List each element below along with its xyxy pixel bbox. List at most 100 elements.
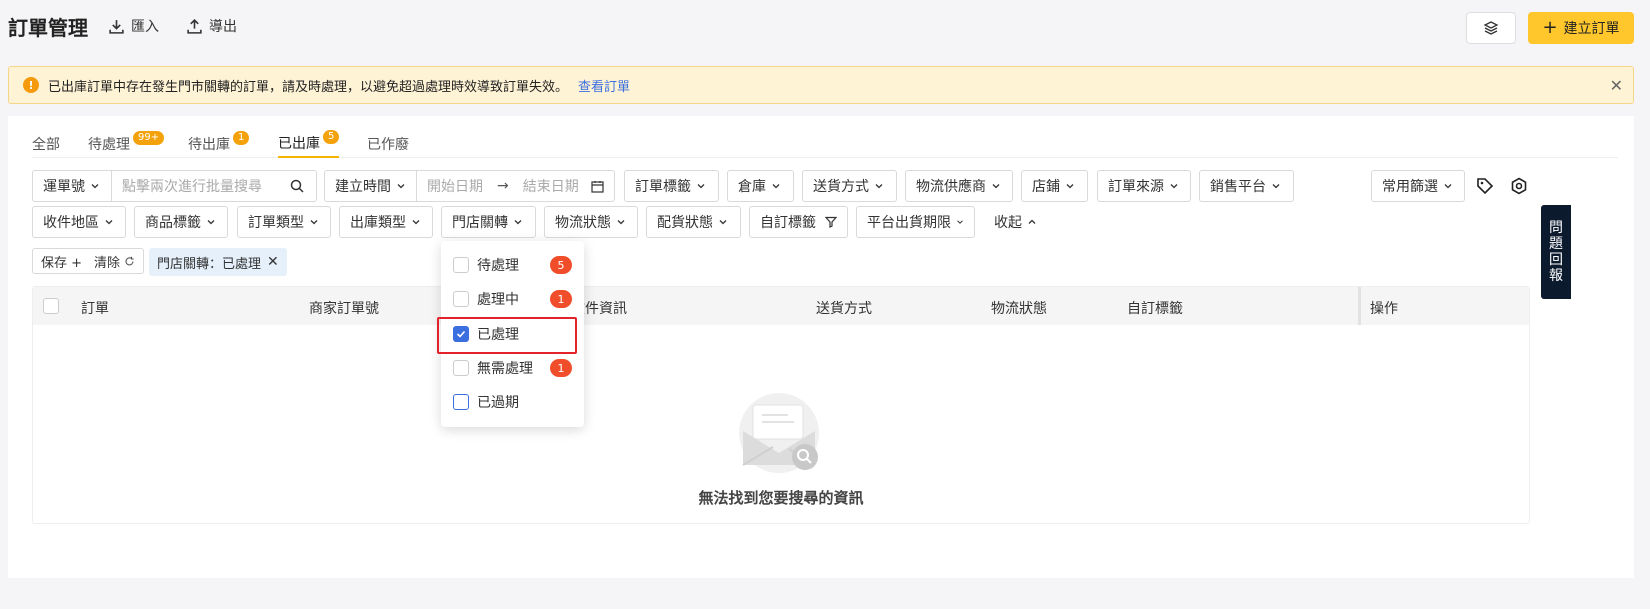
store-transfer-filter[interactable]: 門店關轉 [441,206,536,238]
common-filter-select[interactable]: 常用篩選 [1371,170,1465,202]
page-title: 訂單管理 [8,16,88,40]
filter-label: 訂單類型 [248,215,304,231]
custom-tag-filter[interactable]: 自訂標籤 [749,206,848,238]
option-checkbox[interactable] [453,291,469,307]
column-header-merchant-order: 商家訂單號 [309,301,379,317]
filter-label: 門店關轉 [452,215,508,231]
side-tab-char: 問 [1549,220,1563,236]
clear-filter-button[interactable]: 清除 [86,248,145,274]
tab-pending[interactable]: 待處理 99+ [88,129,165,158]
checkmark-icon [456,330,466,338]
export-button[interactable]: 導出 [186,16,237,36]
option-label: 待處理 [477,258,519,274]
dropdown-option-expired[interactable]: 已過期 [441,385,584,419]
option-checkbox[interactable] [453,394,469,410]
status-tabs: 全部 待處理 99+ 待出庫 1 已出庫 5 已作廢 [32,116,1618,158]
filter-label: 訂單標籤 [635,179,691,195]
range-arrow: → [497,178,509,194]
layers-icon [1483,21,1499,35]
search-placeholder: 點擊兩次進行批量搜尋 [122,179,262,195]
select-all-checkbox[interactable] [43,298,59,314]
side-tab-char: 報 [1549,268,1563,284]
save-filter-button[interactable]: 保存 + [32,248,92,274]
warehouse-filter[interactable]: 倉庫 [727,170,794,202]
search-input[interactable]: 點擊兩次進行批量搜尋 [111,170,317,202]
filter-label: 訂單來源 [1108,179,1164,195]
dropdown-option-no-action[interactable]: 無需處理 1 [441,351,584,385]
delivery-method-filter[interactable]: 送貨方式 [802,170,897,202]
option-checkbox-checked[interactable] [453,326,469,342]
chevron-down-icon [91,184,99,189]
order-type-filter[interactable]: 訂單類型 [237,206,331,238]
tab-badge: 5 [323,129,340,144]
chevron-down-icon [617,220,625,225]
chevron-down-icon [697,184,705,189]
option-count-badge: 1 [550,359,572,377]
warning-alert: ! 已出庫訂單中存在發生門市關轉的訂單，請及時處理，以避免超過處理時效導致訂單失… [8,66,1634,104]
tab-label: 已出庫 [278,135,320,152]
alert-message: 已出庫訂單中存在發生門市關轉的訂單，請及時處理，以避免超過處理時效導致訂單失效。 [48,79,569,95]
view-orders-link[interactable]: 查看訂單 [578,76,630,95]
picking-status-filter[interactable]: 配貨狀態 [646,206,741,238]
option-label: 已過期 [477,395,519,411]
option-checkbox[interactable] [453,257,469,273]
time-type-select[interactable]: 建立時間 [324,170,417,202]
column-header-delivery: 送貨方式 [816,301,872,317]
select-label: 運單號 [43,179,85,195]
layers-button[interactable] [1466,12,1516,44]
chevron-down-icon [412,220,420,225]
collapse-button[interactable]: 收起 [984,206,1054,238]
collapse-label: 收起 [994,215,1022,231]
chevron-down-icon [1444,184,1452,189]
orders-table: 訂單 商家訂單號 收件資訊 送貨方式 物流狀態 自訂標籤 操作 無法找到您要搜尋… [32,286,1530,524]
logistics-status-filter[interactable]: 物流狀態 [544,206,638,238]
tag-icon[interactable] [1474,175,1496,197]
logistics-provider-filter[interactable]: 物流供應商 [905,170,1013,202]
tab-shipped[interactable]: 已出庫 5 [278,129,340,158]
search-icon[interactable] [290,179,304,193]
filter-label: 物流狀態 [555,215,611,231]
start-date-placeholder: 開始日期 [427,179,483,195]
close-icon[interactable]: ✕ [267,254,279,270]
close-icon[interactable]: ✕ [1610,76,1623,95]
filter-label: 平台出貨期限 [867,215,951,231]
tab-label: 待出庫 [188,136,230,153]
chevron-down-icon [1170,184,1178,189]
product-tag-filter[interactable]: 商品標籤 [134,206,228,238]
empty-mailbox-icon [739,393,819,473]
order-source-filter[interactable]: 訂單來源 [1097,170,1191,202]
chevron-down-icon [207,220,215,225]
tab-all[interactable]: 全部 [32,129,60,158]
tab-label: 待處理 [88,136,130,153]
save-label: 保存 + [41,255,83,271]
filter-label: 物流供應商 [916,179,986,195]
sales-platform-filter[interactable]: 銷售平台 [1199,170,1294,202]
option-checkbox[interactable] [453,360,469,376]
import-button[interactable]: 匯入 [108,16,159,36]
option-label: 處理中 [477,292,519,308]
dropdown-option-processed[interactable]: 已處理 [441,317,584,351]
create-order-button[interactable]: + 建立訂單 [1528,12,1634,44]
tab-voided[interactable]: 已作廢 [367,129,409,158]
store-filter[interactable]: 店鋪 [1021,170,1088,202]
warning-icon: ! [23,77,39,93]
feedback-side-tab[interactable]: 問 題 回 報 [1541,205,1571,299]
tab-awaiting-shipment[interactable]: 待出庫 1 [188,129,250,158]
recipient-region-filter[interactable]: 收件地區 [32,206,126,238]
tab-label: 全部 [32,136,60,153]
filter-label: 出庫類型 [350,215,406,231]
create-order-label: 建立訂單 [1563,21,1620,37]
dropdown-option-pending[interactable]: 待處理 5 [441,248,584,282]
outbound-type-filter[interactable]: 出庫類型 [339,206,433,238]
settings-icon[interactable] [1508,175,1530,197]
chevron-up-icon [1028,219,1036,224]
tracking-type-select[interactable]: 運單號 [32,170,112,202]
column-header-order: 訂單 [81,301,109,317]
platform-deadline-filter[interactable]: 平台出貨期限 [856,206,975,238]
chevron-down-icon [992,184,1000,189]
order-tag-filter[interactable]: 訂單標籤 [624,170,719,202]
column-header-actions: 操作 [1370,301,1398,317]
table-header: 訂單 商家訂單號 收件資訊 送貨方式 物流狀態 自訂標籤 操作 [33,287,1529,325]
dropdown-option-processing[interactable]: 處理中 1 [441,282,584,316]
date-range-picker[interactable]: 開始日期 → 結束日期 [416,170,615,202]
